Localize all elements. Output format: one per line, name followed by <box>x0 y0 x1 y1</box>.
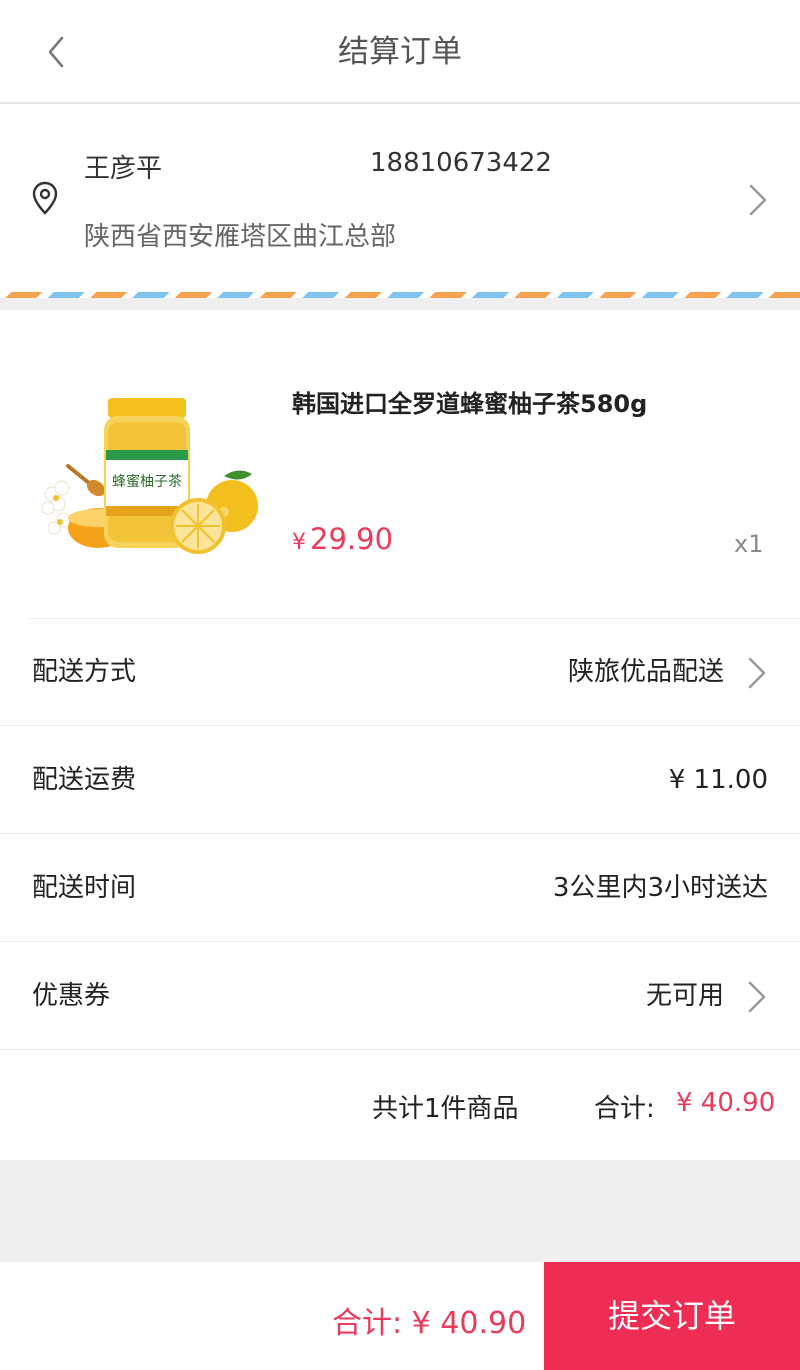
chevron-right-icon[interactable] <box>746 182 770 218</box>
footer-total: 合计: ¥ 40.90 <box>332 1306 527 1341</box>
divider <box>30 618 800 619</box>
jar-label-text: 蜂蜜柚子茶 <box>112 474 182 490</box>
delivery-time-row: 配送时间 3公里内3小时送达 <box>0 836 800 942</box>
chevron-right-icon[interactable] <box>746 980 768 1014</box>
address-card[interactable] <box>0 106 800 296</box>
product-name[interactable]: 韩国进口全罗道蜂蜜柚子茶580g <box>292 384 647 419</box>
currency-symbol: ¥ <box>292 530 306 555</box>
location-pin-icon <box>30 180 60 216</box>
order-summary: 共计1件商品 合计: ¥ 40.90 <box>0 1054 800 1160</box>
recipient-name: 王彦平 <box>84 154 163 184</box>
page-title: 结算订单 <box>338 34 462 70</box>
row-value: 陕旅优品配送 <box>567 657 724 687</box>
row-label: 配送运费 <box>32 765 137 795</box>
nav-header: 结算订单 <box>0 0 800 104</box>
section-gap <box>0 298 800 310</box>
submit-order-button[interactable]: 提交订单 <box>544 1262 800 1370</box>
coupon-row[interactable]: 优惠券 无可用 <box>0 944 800 1050</box>
row-value: ¥ 11.00 <box>668 765 768 795</box>
item-count: 共计1件商品 <box>372 1094 519 1124</box>
recipient-phone: 18810673422 <box>370 148 552 178</box>
product-image[interactable]: 蜂蜜柚子茶 <box>38 388 262 558</box>
delivery-fee-row: 配送运费 ¥ 11.00 <box>0 728 800 834</box>
row-label: 配送方式 <box>32 657 137 687</box>
total-value: ¥ 40.90 <box>676 1088 776 1118</box>
row-value: 无可用 <box>645 981 724 1011</box>
row-value: 3公里内3小时送达 <box>552 873 768 903</box>
row-label: 优惠券 <box>32 981 111 1011</box>
price-value: 29.90 <box>310 522 394 556</box>
spacer <box>0 1160 800 1262</box>
total-label: 合计: <box>594 1094 655 1124</box>
checkout-bar: 合计: ¥ 40.90 提交订单 <box>0 1262 800 1370</box>
delivery-method-row[interactable]: 配送方式 陕旅优品配送 <box>0 620 800 726</box>
row-label: 配送时间 <box>32 873 137 903</box>
product-quantity: x1 <box>734 530 764 558</box>
product-price: ¥29.90 <box>292 522 393 556</box>
recipient-address: 陕西省西安雁塔区曲江总部 <box>84 222 397 252</box>
chevron-right-icon[interactable] <box>746 656 768 690</box>
